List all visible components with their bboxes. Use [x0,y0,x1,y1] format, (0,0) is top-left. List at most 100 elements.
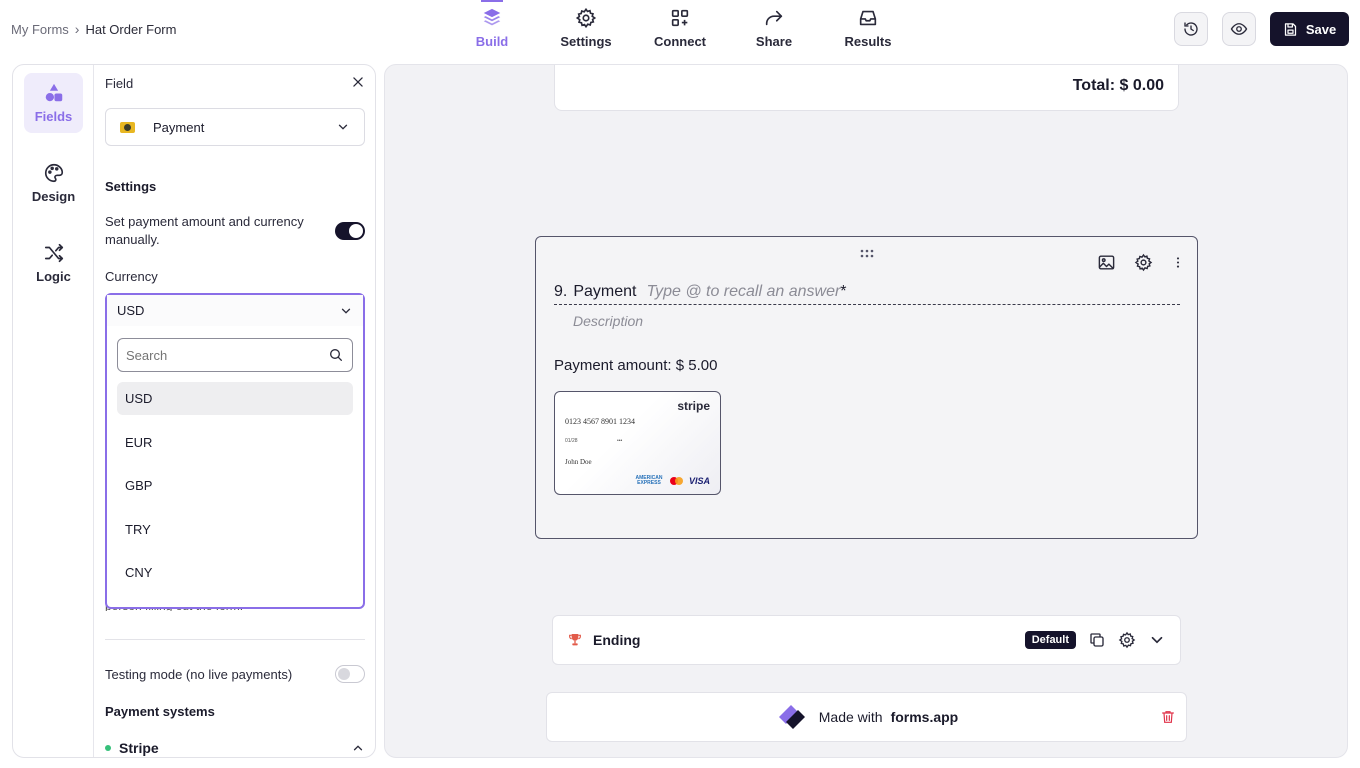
payment-system-stripe[interactable]: Stripe [105,740,365,756]
chevron-down-icon[interactable] [1148,631,1166,649]
top-actions: Save [1174,12,1349,46]
question-toolbar [1097,253,1185,272]
currency-option-try[interactable]: TRY [117,513,353,546]
eye-icon [1230,23,1248,35]
save-button[interactable]: Save [1270,12,1349,46]
payment-question-card[interactable]: 9. Payment Type @ to recall an answer * … [535,236,1198,539]
top-bar: My Forms › Hat Order Form Build Settings… [0,0,1360,60]
tab-build[interactable]: Build [445,0,539,56]
total-text: Total: $ 0.00 [1072,77,1164,94]
drag-handle-icon[interactable] [860,249,874,259]
card-number: 0123 4567 8901 1234 [565,417,635,426]
rail-item-fields-label: Fields [34,109,73,124]
currency-option-gbp[interactable]: GBP [117,469,353,502]
palette-icon [44,163,63,183]
rail-item-design[interactable]: Design [24,153,83,213]
manual-amount-label: Set payment amount and currency manually… [105,214,304,247]
main-nav: Build Settings Connect Share Results [445,0,915,56]
chevron-up-icon [353,745,363,751]
tab-connect[interactable]: Connect [633,0,727,56]
field-type-value: Payment [153,119,205,135]
active-status-dot [105,745,111,751]
currency-dropdown: USD USD EUR GBP TRY CNY [105,293,365,609]
field-header: Field [105,75,365,92]
rail-item-fields[interactable]: Fields [24,73,83,133]
share-arrow-icon [765,10,783,26]
search-icon [330,349,342,361]
currency-label: Currency [105,269,158,284]
currency-selected-value: USD [117,303,145,318]
breadcrumb: My Forms › Hat Order Form [11,21,176,37]
divider [105,639,365,640]
shapes-icon [45,83,62,102]
required-mark: * [840,283,847,300]
gear-icon[interactable] [1134,253,1153,272]
tab-build-label: Build [475,34,509,49]
currency-option-cny[interactable]: CNY [117,556,353,589]
rail-item-design-label: Design [31,189,76,204]
tab-share-label: Share [755,34,793,49]
more-vertical-icon[interactable] [1171,253,1185,272]
testing-mode-label: Testing mode (no live payments) [105,667,293,682]
payment-amount-text: Payment amount: $ 5.00 [554,357,718,374]
tab-share[interactable]: Share [727,0,821,56]
duplicate-icon[interactable] [1088,631,1106,649]
currency-select[interactable]: USD [107,295,363,326]
close-panel-button[interactable] [351,75,365,92]
chevron-down-icon [341,308,351,314]
breadcrumb-form-name: Hat Order Form [85,21,177,37]
ending-actions: Default [1024,631,1166,649]
field-settings-panel: Field Payment Settings Set payment amoun… [105,65,365,757]
branding-footer: Made with forms.app [546,692,1187,742]
shuffle-icon [44,243,63,263]
currency-search [117,338,353,372]
question-placeholder: Type @ to recall an answer [646,283,841,300]
rail-item-logic[interactable]: Logic [24,233,83,293]
question-title-field[interactable]: 9. Payment Type @ to recall an answer * [554,283,1180,305]
save-icon [1284,22,1296,36]
left-panel: Fields Design Logic Field Payment Settin… [12,64,376,758]
tab-settings[interactable]: Settings [539,0,633,56]
money-icon [120,121,135,133]
forms-app-logo [778,705,805,729]
layers-icon [483,8,501,26]
form-canvas: Total: $ 0.00 9. Payment Type @ to recal… [384,64,1348,758]
save-label: Save [1305,21,1337,37]
default-badge: Default [1024,631,1076,649]
side-rail: Fields Design Logic [13,65,94,757]
total-card: Total: $ 0.00 [554,65,1179,111]
gear-icon[interactable] [1118,631,1136,649]
field-type-select[interactable]: Payment [105,108,365,146]
history-button[interactable] [1174,12,1208,46]
testing-mode-toggle[interactable] [335,665,365,683]
rail-item-logic-label: Logic [36,269,71,284]
ending-card[interactable]: Ending Default [552,615,1181,665]
payment-systems-title: Payment systems [105,704,215,719]
trash-icon[interactable] [1160,709,1176,725]
branding-brand: forms.app [890,709,959,725]
close-icon [353,77,363,87]
history-icon [1184,22,1198,36]
payment-system-name: Stripe [119,740,159,756]
question-title: Payment [573,283,637,300]
preview-button[interactable] [1222,12,1256,46]
credit-card-preview: stripe 0123 4567 8901 1234 01/28 ••• Joh… [554,391,721,495]
gear-icon [575,7,597,29]
image-icon[interactable] [1097,253,1116,272]
currency-option-eur[interactable]: EUR [117,426,353,459]
mastercard-icon [669,477,683,485]
field-header-label: Field [105,76,134,91]
question-description-field[interactable]: Description [573,313,643,329]
stripe-logo: stripe [677,399,710,413]
manual-amount-toggle[interactable] [335,222,365,240]
currency-search-input[interactable] [126,347,328,363]
card-networks: AMERICAN EXPRESS VISA [634,476,711,487]
visa-logo: VISA [688,476,710,486]
tab-results[interactable]: Results [821,0,915,56]
breadcrumb-my-forms-link[interactable]: My Forms [11,22,69,37]
settings-title: Settings [105,179,157,194]
card-holder-name: John Doe [565,458,592,466]
trophy-icon [569,634,581,646]
currency-option-usd[interactable]: USD [117,382,353,415]
ending-label: Ending [593,632,641,648]
